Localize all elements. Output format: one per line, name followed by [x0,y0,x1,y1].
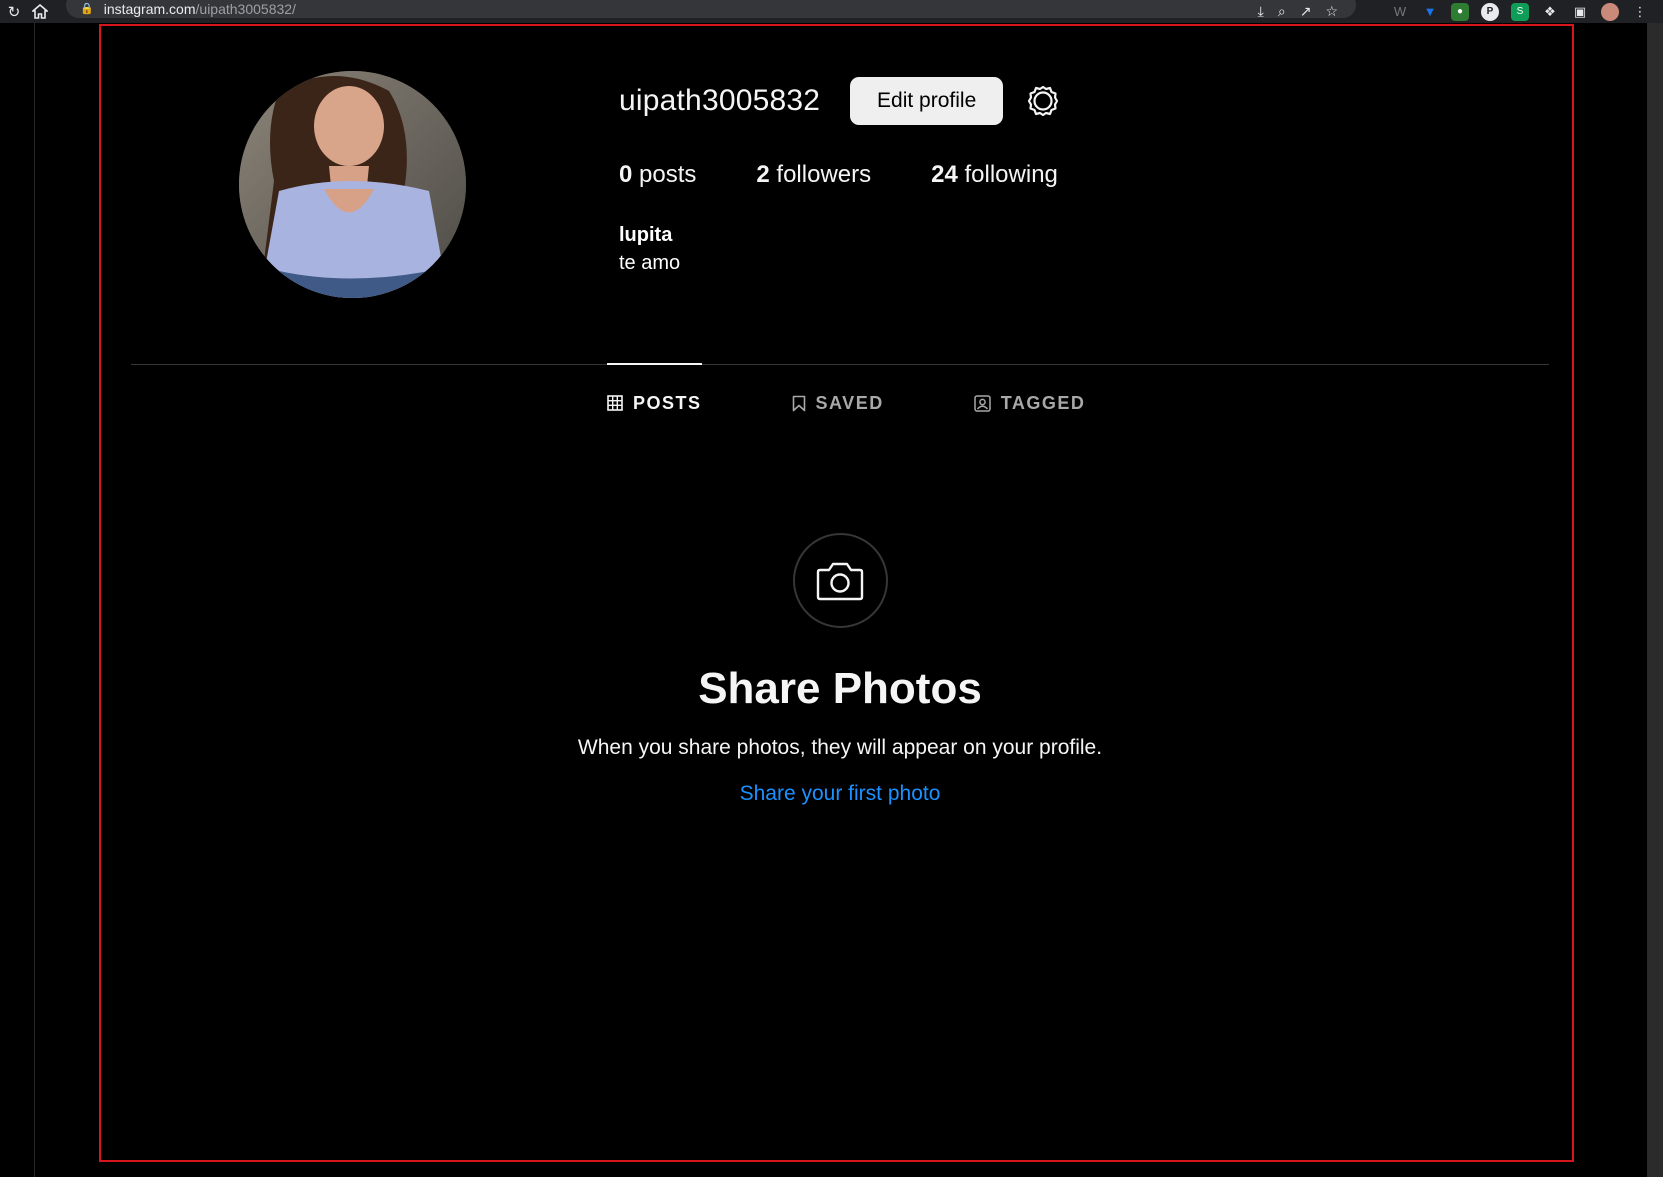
tab-saved[interactable]: SAVED [792,364,884,424]
menu-kebab-icon[interactable]: ⋮ [1631,3,1649,21]
tagged-icon [973,394,991,412]
profile-header: uipath3005832 Edit profile [619,77,1061,125]
profile-avatar[interactable] [239,71,466,298]
share-icon[interactable]: ↗ [1300,3,1312,20]
following-label: following [957,161,1058,188]
zoom-icon[interactable]: ⌕ [1278,3,1286,20]
settings-gear-icon[interactable] [1025,83,1061,119]
profile-stats: 0 posts 2 followers 24 following [619,161,1118,189]
grid-icon [607,395,623,411]
browser-toolbar: ↻ 🔒 instagram.com/uipath3005832/ ⤓ ⌕ ↗ ☆… [0,0,1663,23]
url-host: instagram.com [103,0,196,17]
empty-state-title: Share Photos [698,664,982,713]
bio-name: lupita [619,224,673,246]
tab-posts-label: POSTS [633,392,702,413]
tab-tagged[interactable]: TAGGED [973,364,1086,424]
bio-text: te amo [619,252,681,274]
tab-posts[interactable]: POSTS [607,363,702,424]
followers-label: followers [769,161,872,188]
edit-profile-button[interactable]: Edit profile [850,77,1004,125]
tab-tagged-label: TAGGED [1000,392,1086,413]
url-path: /uipath3005832/ [195,0,296,17]
bookmark-icon [792,395,806,412]
tab-saved-label: SAVED [815,392,884,413]
profile-username: uipath3005832 [619,84,821,117]
following-stat[interactable]: 24 following [931,161,1058,189]
extension-w-icon[interactable]: W [1391,3,1409,21]
address-bar[interactable]: 🔒 instagram.com/uipath3005832/ [66,0,1356,18]
followers-count: 2 [756,161,770,188]
bookmark-star-icon[interactable]: ☆ [1325,3,1338,20]
empty-state: Share Photos When you share photos, they… [0,533,1663,806]
posts-label: posts [632,161,697,188]
reload-icon[interactable]: ↻ [2,0,26,23]
extensions-puzzle-icon[interactable]: ❖ [1541,3,1559,21]
following-count: 24 [931,161,958,188]
side-panel-icon[interactable]: ▣ [1571,3,1589,21]
profile-tabs: POSTS SAVED TAGGED [607,363,1175,424]
home-icon[interactable] [28,0,52,23]
posts-stat: 0 posts [619,161,696,189]
camera-icon [816,562,864,600]
empty-state-text: When you share photos, they will appear … [577,736,1103,759]
extension-green-icon[interactable]: ● [1451,2,1469,21]
lock-icon: 🔒 [80,3,94,15]
extension-pin-icon[interactable]: ▼ [1421,3,1439,21]
posts-count: 0 [619,161,633,188]
profile-bio: lupita te amo [619,221,680,277]
extension-sheets-icon[interactable]: S [1511,2,1529,21]
share-first-photo-link[interactable]: Share your first photo [740,782,941,806]
camera-circle[interactable] [792,533,888,628]
extension-p-icon[interactable]: P [1481,2,1499,21]
profile-avatar-icon[interactable] [1601,2,1619,21]
followers-stat[interactable]: 2 followers [756,161,871,189]
install-icon[interactable]: ⤓ [1258,3,1264,20]
